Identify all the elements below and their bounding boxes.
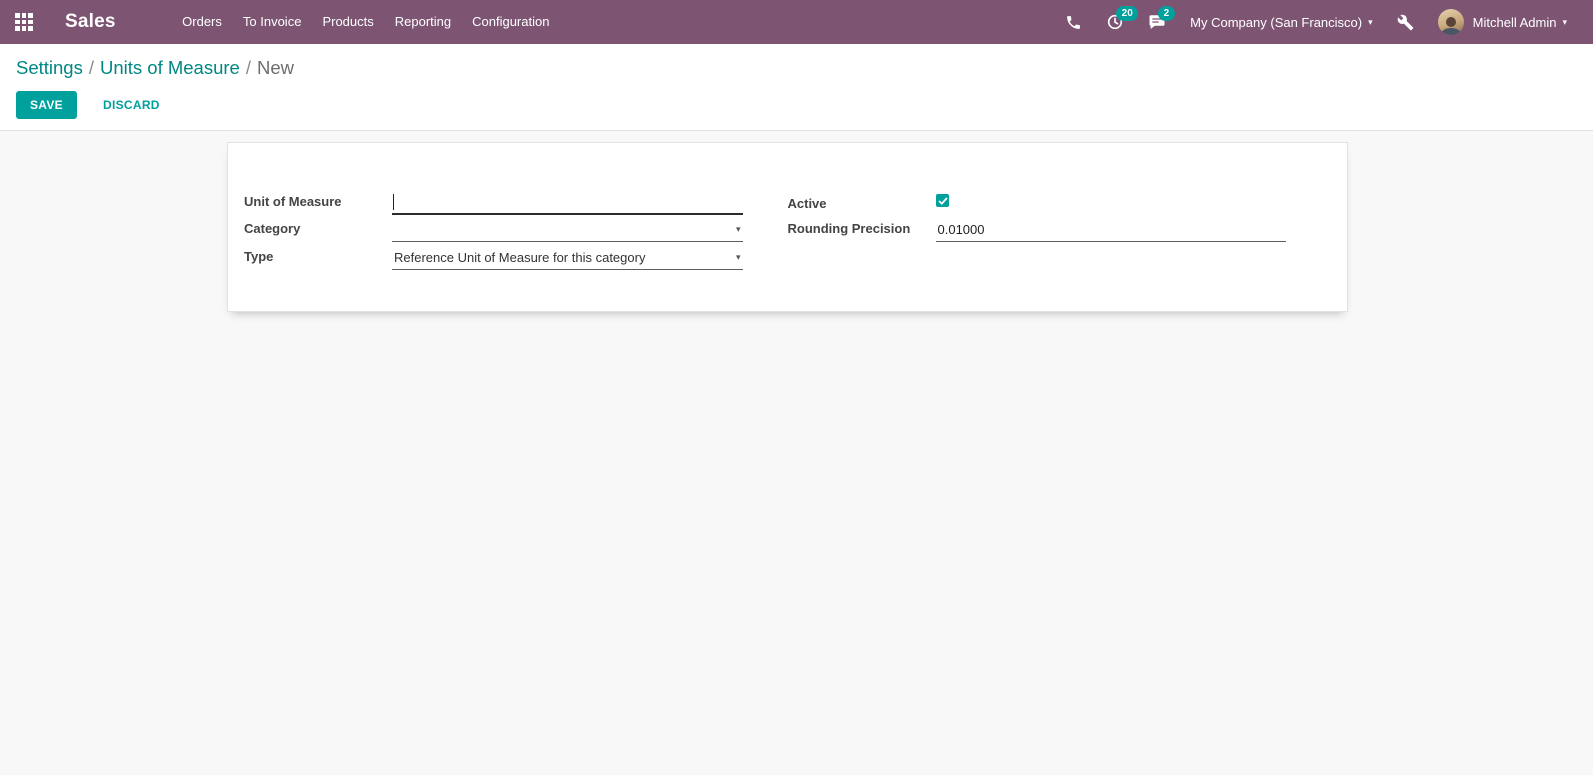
control-panel: Settings / Units of Measure / New SAVE DISCA… xyxy=(0,44,1593,131)
menu-to-invoice[interactable]: To Invoice xyxy=(232,0,312,44)
breadcrumb-separator: / xyxy=(245,57,251,78)
type-value: Reference Unit of Measure for this categ… xyxy=(394,249,646,265)
breadcrumb-current: New xyxy=(256,57,294,78)
chevron-down-icon: ▾ xyxy=(735,251,741,262)
field-row-active: Active xyxy=(788,187,1287,215)
messages-count-badge: 2 xyxy=(1158,6,1175,21)
breadcrumb-units-of-measure[interactable]: Units of Measure xyxy=(100,57,240,78)
text-cursor xyxy=(393,193,394,210)
active-checkbox[interactable] xyxy=(935,193,949,207)
field-row-rounding-precision: Rounding Precision xyxy=(787,215,1286,242)
unit-of-measure-label: Unit of Measure xyxy=(244,193,342,209)
form-view: Unit of Measure Category ▾ Type Referenc… xyxy=(0,131,1593,775)
unit-of-measure-input[interactable] xyxy=(392,192,743,215)
category-select[interactable]: ▾ xyxy=(392,220,743,242)
toolbar: SAVE DISCARD xyxy=(16,91,1577,119)
breadcrumb-separator: / xyxy=(88,57,94,78)
user-avatar xyxy=(1437,9,1464,35)
menu-products[interactable]: Products xyxy=(312,0,384,44)
chevron-down-icon: ▾ xyxy=(735,224,741,234)
top-navbar: Sales Orders To Invoice Products Reporti… xyxy=(0,0,1593,44)
main-menu: Orders To Invoice Products Reporting Con… xyxy=(172,0,560,44)
form-left-column: Unit of Measure Category ▾ Type Referenc… xyxy=(244,187,788,311)
developer-tools-button[interactable] xyxy=(1385,0,1426,44)
activities-count-badge: 20 xyxy=(1116,6,1139,21)
rounding-precision-input[interactable] xyxy=(935,220,1286,242)
save-button[interactable]: SAVE xyxy=(16,91,77,119)
breadcrumb: Settings / Units of Measure / New xyxy=(16,44,1577,79)
field-row-unit-of-measure: Unit of Measure xyxy=(244,187,743,215)
breadcrumb-settings[interactable]: Settings xyxy=(16,57,83,78)
navbar-systray: 20 2 My Company (San Francisco) ▾ Mitche… xyxy=(1053,0,1593,44)
category-label: Category xyxy=(244,221,301,236)
chevron-down-icon: ▾ xyxy=(1562,16,1567,27)
menu-orders[interactable]: Orders xyxy=(172,0,233,44)
discard-button[interactable]: DISCARD xyxy=(89,91,174,119)
menu-reporting[interactable]: Reporting xyxy=(384,0,461,44)
form-right-column: Active Rounding Precision xyxy=(788,187,1332,311)
company-switcher[interactable]: My Company (San Francisco) ▾ xyxy=(1178,0,1384,44)
rounding-precision-label: Rounding Precision xyxy=(787,221,911,236)
field-row-type: Type Reference Unit of Measure for this … xyxy=(244,242,743,270)
messages-button[interactable]: 2 xyxy=(1136,0,1178,44)
user-menu[interactable]: Mitchell Admin ▾ xyxy=(1426,0,1579,44)
wrench-icon xyxy=(1397,14,1414,31)
company-name: My Company (San Francisco) xyxy=(1190,14,1363,30)
type-select[interactable]: Reference Unit of Measure for this categ… xyxy=(392,248,743,270)
active-label: Active xyxy=(787,195,827,211)
menu-configuration[interactable]: Configuration xyxy=(462,0,560,44)
app-title: Sales xyxy=(65,11,116,32)
voip-phone-button[interactable] xyxy=(1053,0,1094,44)
apps-menu-button[interactable] xyxy=(0,0,48,44)
type-label: Type xyxy=(244,248,274,264)
field-row-category: Category ▾ xyxy=(244,215,743,242)
user-name: Mitchell Admin xyxy=(1472,14,1557,30)
chevron-down-icon: ▾ xyxy=(1368,16,1373,27)
apps-grid-icon xyxy=(15,13,33,31)
activities-button[interactable]: 20 xyxy=(1094,0,1139,44)
form-sheet: Unit of Measure Category ▾ Type Referenc… xyxy=(227,142,1348,312)
phone-icon xyxy=(1065,14,1082,31)
